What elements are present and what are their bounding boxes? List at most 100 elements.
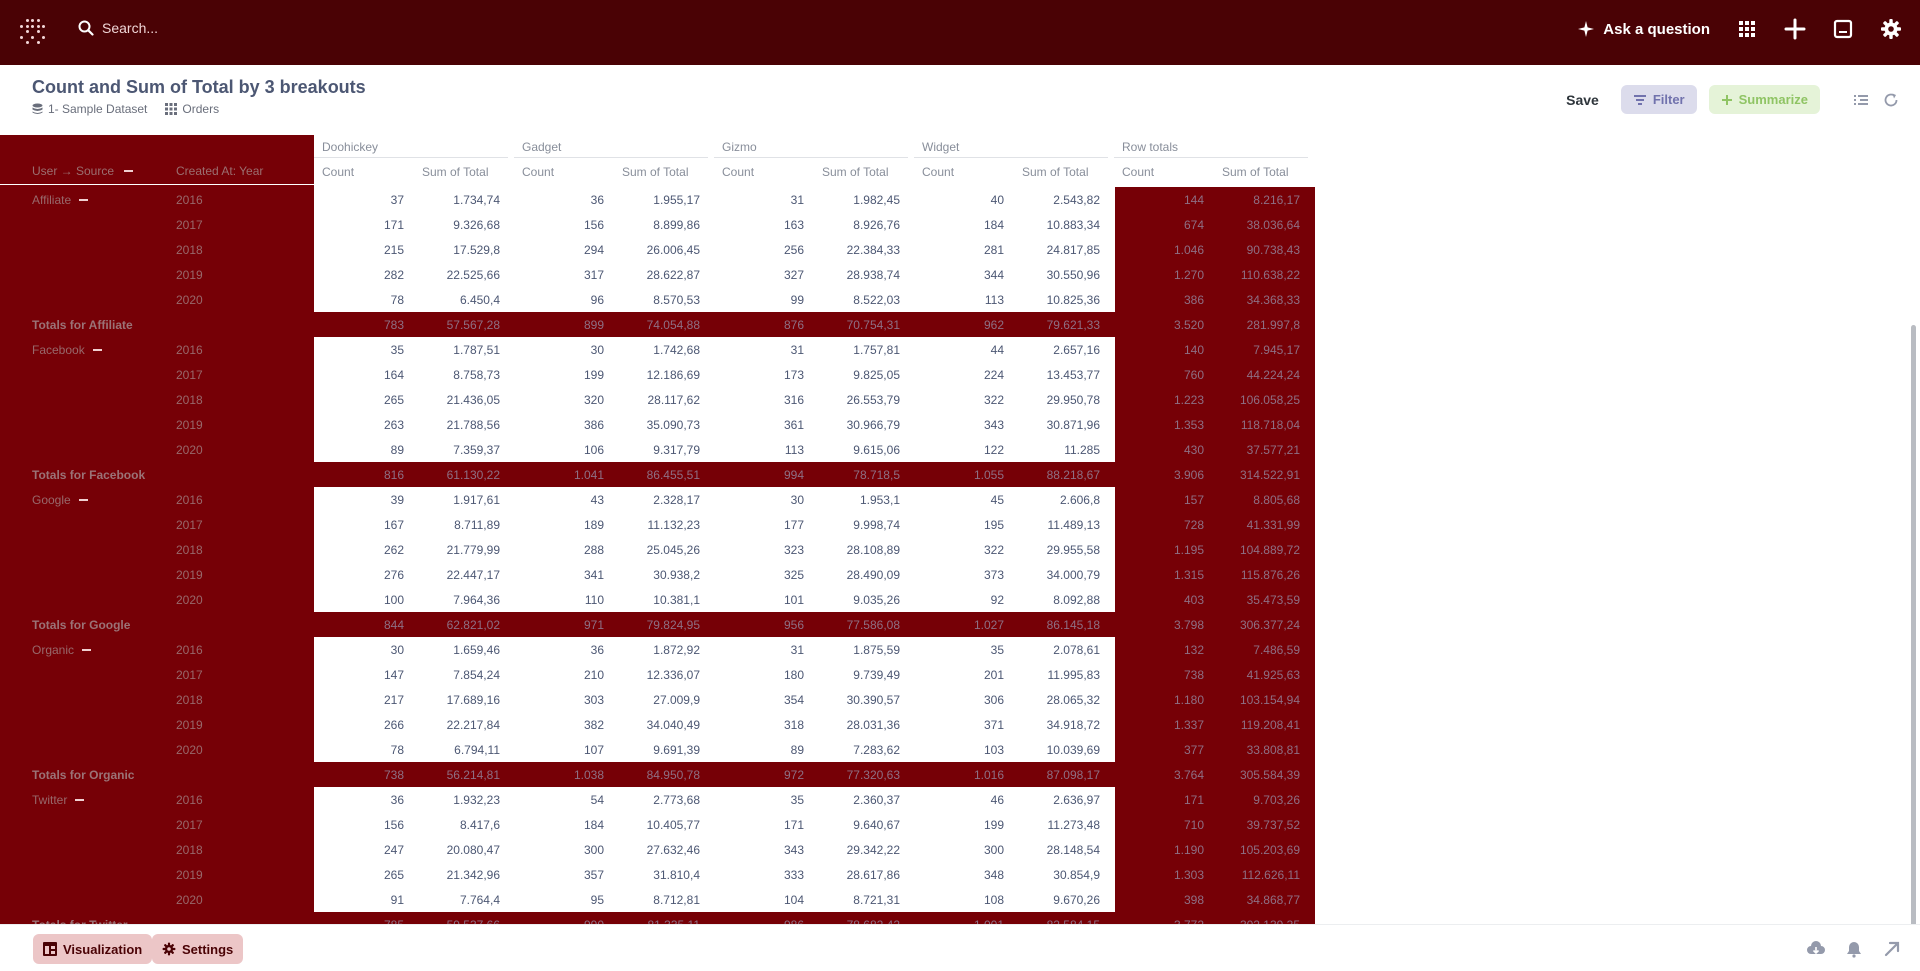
table-cell[interactable]: 265 [314,393,404,407]
table-cell[interactable]: 9.825,05 [810,368,900,382]
table-cell[interactable]: 36 [314,793,404,807]
table-cell[interactable]: 28.031,36 [810,718,900,732]
table-cell[interactable]: 29.342,22 [810,843,900,857]
table-cell[interactable]: 26.006,45 [610,243,700,257]
table-cell[interactable]: 22.384,33 [810,243,900,257]
table-cell[interactable]: 177 [714,518,804,532]
table-cell[interactable]: 28.065,32 [1010,693,1100,707]
table-cell[interactable]: 106.058,25 [1210,393,1300,407]
table-cell[interactable]: 28.490,09 [810,568,900,582]
table-cell[interactable]: 104.889,72 [1210,543,1300,557]
table-cell[interactable]: 8.721,31 [810,893,900,907]
totals-cell[interactable]: 3.764 [1114,768,1204,782]
table-cell[interactable]: 199 [914,818,1004,832]
table-cell[interactable]: 8.216,17 [1210,193,1300,207]
table-cell[interactable]: 17.689,16 [410,693,500,707]
column-header-sum[interactable]: Sum of Total [1022,165,1088,179]
table-cell[interactable]: 1.734,74 [410,193,500,207]
totals-cell[interactable]: 816 [314,468,404,482]
table-cell[interactable]: 382 [514,718,604,732]
table-cell[interactable]: 294 [514,243,604,257]
table-cell[interactable]: 348 [914,868,1004,882]
table-cell[interactable]: 30.390,57 [810,693,900,707]
column-header-category[interactable]: Gizmo [722,140,757,154]
table-cell[interactable]: 300 [914,843,1004,857]
table-cell[interactable]: 1.917,61 [410,493,500,507]
table-cell[interactable]: 91 [314,893,404,907]
table-cell[interactable]: 29.950,78 [1010,393,1100,407]
table-cell[interactable]: 31 [714,343,804,357]
table-cell[interactable]: 28.108,89 [810,543,900,557]
table-cell[interactable]: 167 [314,518,404,532]
table-cell[interactable]: 1.315 [1114,568,1204,582]
column-header-count[interactable]: Count [522,165,554,179]
breadcrumb-database[interactable]: 1- Sample Dataset [32,102,147,116]
table-cell[interactable]: 156 [314,818,404,832]
table-cell[interactable]: 101 [714,593,804,607]
notebook-editor-icon[interactable] [1852,91,1870,109]
table-cell[interactable]: 22.525,66 [410,268,500,282]
table-cell[interactable]: 30.966,79 [810,418,900,432]
table-cell[interactable]: 343 [714,843,804,857]
filter-button[interactable]: Filter [1620,85,1697,114]
table-cell[interactable]: 1.875,59 [810,643,900,657]
totals-cell[interactable]: 783 [314,318,404,332]
table-cell[interactable]: 2.773,68 [610,793,700,807]
collapse-group-icon[interactable] [92,349,102,351]
totals-cell[interactable]: 3.798 [1114,618,1204,632]
totals-cell[interactable]: 78.718,5 [810,468,900,482]
table-cell[interactable]: 281 [914,243,1004,257]
table-cell[interactable]: 6.794,11 [410,743,500,757]
totals-cell[interactable]: 86.455,51 [610,468,700,482]
table-cell[interactable]: 2.636,97 [1010,793,1100,807]
column-header-count[interactable]: Count [1122,165,1154,179]
table-cell[interactable]: 674 [1114,218,1204,232]
table-cell[interactable]: 35.090,73 [610,418,700,432]
column-header-category[interactable]: Gadget [522,140,561,154]
table-cell[interactable]: 195 [914,518,1004,532]
table-cell[interactable]: 106 [514,443,604,457]
search-input[interactable]: Search... [102,20,158,36]
row-group-source[interactable]: Organic [32,643,92,657]
table-cell[interactable]: 8.711,89 [410,518,500,532]
table-cell[interactable]: 189 [514,518,604,532]
table-cell[interactable]: 11.273,48 [1010,818,1101,832]
table-cell[interactable]: 103.154,94 [1210,693,1300,707]
table-cell[interactable]: 21.436,05 [410,393,500,407]
table-cell[interactable]: 1.270 [1114,268,1204,282]
table-cell[interactable]: 100 [314,593,404,607]
totals-cell[interactable]: 87.098,17 [1010,768,1100,782]
table-cell[interactable]: 266 [314,718,404,732]
table-cell[interactable]: 1.932,23 [410,793,500,807]
summarize-button[interactable]: Summarize [1708,85,1820,114]
table-cell[interactable]: 8.805,68 [1210,493,1300,507]
table-cell[interactable]: 11.489,13 [1010,518,1101,532]
row-group-source[interactable]: Google [32,493,88,507]
table-cell[interactable]: 303 [514,693,604,707]
table-cell[interactable]: 22.447,17 [410,568,500,582]
settings-button[interactable]: Settings [152,934,244,964]
table-cell[interactable]: 8.092,88 [1010,593,1100,607]
table-cell[interactable]: 171 [714,818,804,832]
totals-cell[interactable]: 88.218,67 [1010,468,1100,482]
table-cell[interactable]: 140 [1114,343,1204,357]
table-cell[interactable]: 21.779,99 [410,543,500,557]
table-cell[interactable]: 10.405,77 [610,818,700,832]
row-group-source[interactable]: Affiliate [32,193,89,207]
table-cell[interactable]: 341 [514,568,604,582]
table-cell[interactable]: 7.945,17 [1210,343,1300,357]
column-header-count[interactable]: Count [322,165,354,179]
table-cell[interactable]: 119.208,41 [1210,718,1300,732]
table-cell[interactable]: 30 [514,343,604,357]
totals-cell[interactable]: 1.055 [914,468,1004,482]
table-cell[interactable]: 30.550,96 [1010,268,1100,282]
table-cell[interactable]: 7.359,37 [410,443,500,457]
table-cell[interactable]: 1.180 [1114,693,1204,707]
totals-cell[interactable]: 306.377,24 [1210,618,1300,632]
table-cell[interactable]: 1.195 [1114,543,1204,557]
table-cell[interactable]: 31 [714,193,804,207]
table-cell[interactable]: 40 [914,193,1004,207]
totals-cell[interactable]: 77.320,63 [810,768,900,782]
table-cell[interactable]: 28.622,87 [610,268,700,282]
apps-grid-icon[interactable] [1736,18,1758,40]
